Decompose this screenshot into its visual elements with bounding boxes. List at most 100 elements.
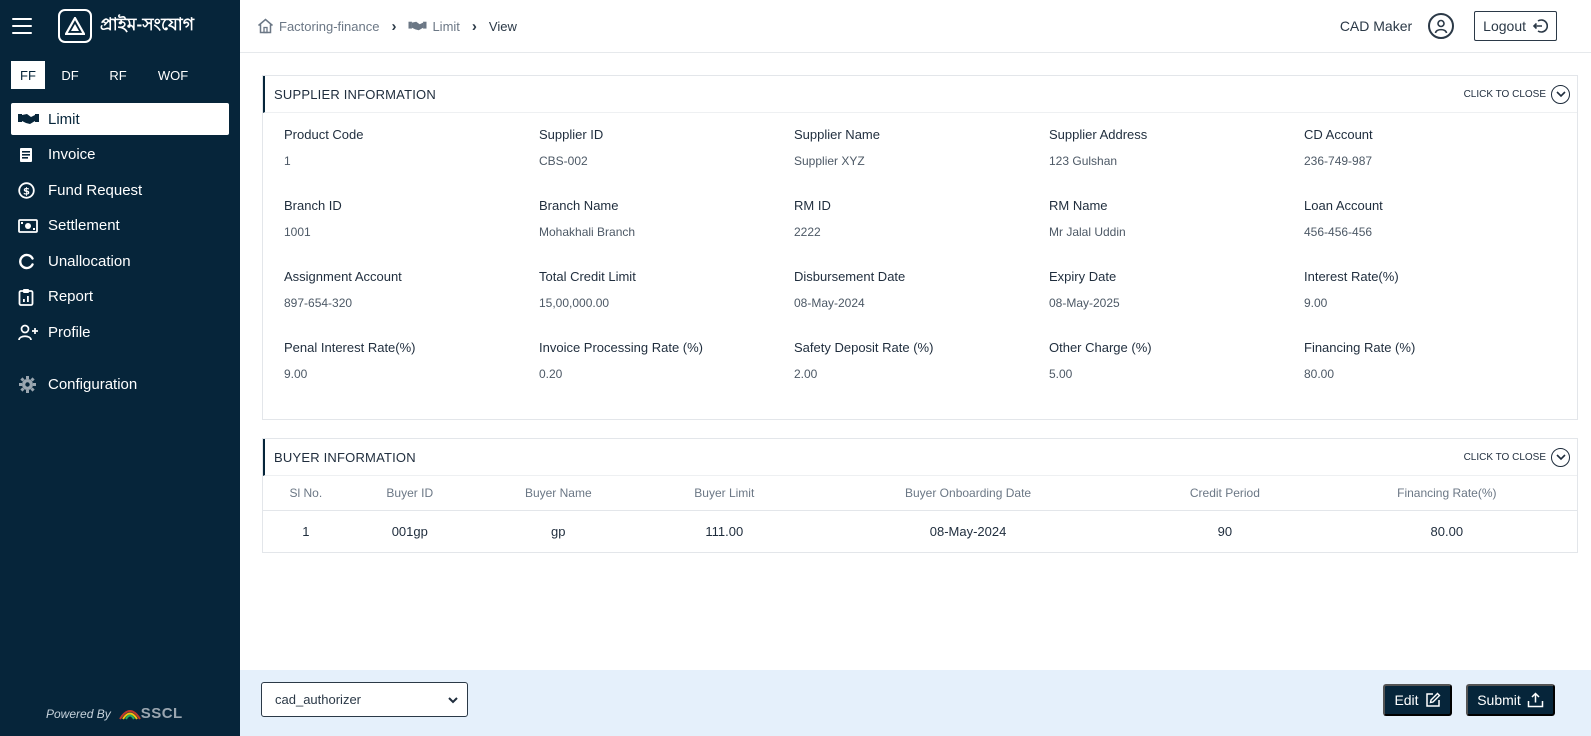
user-avatar-icon[interactable] bbox=[1428, 13, 1455, 39]
column-header: Credit Period bbox=[1133, 476, 1317, 511]
buyer-information-panel: BUYER INFORMATION CLICK TO CLOSE Sl No. B… bbox=[262, 438, 1578, 553]
sidebar-item-fund-request[interactable]: $ Fund Request bbox=[11, 174, 229, 206]
supplier-field: CD Account 236-749-987 bbox=[1304, 125, 1559, 196]
tab-wof[interactable]: WOF bbox=[141, 61, 205, 89]
logout-button[interactable]: Logout bbox=[1474, 11, 1557, 41]
field-value: Supplier XYZ bbox=[794, 154, 865, 168]
field-value: Mr Jalal Uddin bbox=[1049, 225, 1126, 239]
collapse-toggle-label: CLICK TO CLOSE bbox=[1463, 451, 1546, 463]
chevron-down-icon bbox=[1551, 84, 1570, 104]
handshake-icon bbox=[408, 21, 427, 31]
dollar-circle-icon: $ bbox=[18, 181, 40, 199]
sidebar-item-label: Invoice bbox=[48, 146, 96, 163]
breadcrumb-label: Factoring-finance bbox=[279, 18, 380, 34]
field-value: Mohakhali Branch bbox=[539, 225, 636, 239]
field-label: Branch Name bbox=[539, 198, 619, 213]
sidebar-item-label: Configuration bbox=[48, 375, 138, 393]
field-label: Product Code bbox=[284, 127, 364, 142]
field-label: Disbursement Date bbox=[794, 269, 906, 284]
column-header: Buyer Onboarding Date bbox=[802, 476, 1134, 511]
sidebar-item-label: Report bbox=[48, 288, 94, 305]
supplier-field: RM ID 2222 bbox=[794, 196, 1049, 267]
field-label: RM ID bbox=[794, 198, 831, 213]
cash-icon bbox=[18, 217, 40, 235]
breadcrumb-label: Limit bbox=[432, 18, 460, 34]
edit-icon bbox=[1425, 692, 1441, 707]
field-label: Branch ID bbox=[284, 198, 342, 213]
table-cell: 90 bbox=[1217, 523, 1233, 539]
supplier-field: Supplier ID CBS-002 bbox=[539, 125, 794, 196]
sidebar-item-label: Limit bbox=[48, 110, 80, 128]
brand-name: প্রাইম-সংযোগ bbox=[100, 15, 195, 34]
sidebar-item-report[interactable]: Report bbox=[11, 281, 229, 313]
field-label: Expiry Date bbox=[1049, 269, 1117, 284]
table-cell: 80.00 bbox=[1430, 523, 1464, 539]
header-user-area: CAD Maker Logout bbox=[1340, 11, 1557, 41]
field-label: Supplier Address bbox=[1049, 127, 1148, 142]
supplier-field: Branch ID 1001 bbox=[284, 196, 539, 267]
buyer-table: Sl No. Buyer ID Buyer Name Buyer Limit Buyer… bbox=[263, 476, 1577, 552]
field-value: 1 bbox=[284, 154, 291, 168]
column-header: Buyer ID bbox=[348, 476, 471, 511]
field-value: 0.20 bbox=[539, 367, 563, 381]
field-value: 5.00 bbox=[1049, 367, 1073, 381]
sidebar-item-limit[interactable]: Limit bbox=[11, 103, 229, 135]
supplier-field: Invoice Processing Rate (%) 0.20 bbox=[539, 338, 794, 409]
field-value: 80.00 bbox=[1304, 367, 1335, 381]
supplier-collapse-toggle[interactable]: CLICK TO CLOSE bbox=[1463, 84, 1570, 104]
field-label: Safety Deposit Rate (%) bbox=[794, 340, 934, 355]
sidebar-item-settlement[interactable]: Settlement bbox=[11, 210, 229, 242]
sidebar-item-label: Profile bbox=[48, 323, 91, 341]
field-value: 456-456-456 bbox=[1304, 225, 1373, 239]
buyer-panel-header: BUYER INFORMATION CLICK TO CLOSE bbox=[263, 439, 1577, 476]
user-plus-icon bbox=[18, 323, 40, 341]
chevron-down-icon bbox=[448, 697, 458, 704]
table-cell: gp bbox=[551, 523, 566, 539]
sscl-logo-text: SSCL bbox=[140, 705, 183, 722]
sidebar-item-configuration[interactable]: Configuration bbox=[11, 368, 229, 400]
supplier-panel-title: SUPPLIER INFORMATION bbox=[274, 86, 436, 102]
field-label: Financing Rate (%) bbox=[1304, 340, 1416, 355]
field-value: 123 Gulshan bbox=[1049, 154, 1118, 168]
sidebar-item-unallocation[interactable]: Unallocation bbox=[11, 245, 229, 277]
supplier-info-grid: Product Code 1 Supplier ID CBS-002 Supplier … bbox=[263, 113, 1577, 419]
svg-text:$: $ bbox=[23, 186, 30, 197]
sidebar-item-profile[interactable]: Profile bbox=[11, 316, 229, 348]
clipboard-icon bbox=[18, 288, 40, 306]
logout-label: Logout bbox=[1483, 18, 1526, 34]
top-header: Factoring-finance › Limit › View CAD Mak… bbox=[240, 0, 1591, 53]
brand-logo-icon bbox=[58, 9, 92, 43]
sidebar-item-invoice[interactable]: Invoice bbox=[11, 139, 229, 171]
buyer-collapse-toggle[interactable]: CLICK TO CLOSE bbox=[1463, 447, 1570, 467]
supplier-field: Interest Rate(%) 9.00 bbox=[1304, 267, 1559, 338]
forward-to-user-select[interactable]: cad_authorizer bbox=[261, 682, 468, 717]
tab-df[interactable]: DF bbox=[45, 61, 95, 89]
handshake-icon bbox=[18, 110, 40, 128]
user-role: CAD Maker bbox=[1339, 18, 1413, 34]
field-label: Loan Account bbox=[1304, 198, 1383, 213]
chevron-right-icon: › bbox=[471, 17, 477, 35]
breadcrumb-factoring-finance[interactable]: Factoring-finance bbox=[257, 18, 379, 34]
field-value: 9.00 bbox=[284, 367, 308, 381]
tab-rf[interactable]: RF bbox=[95, 61, 141, 89]
edit-button[interactable]: Edit bbox=[1383, 684, 1452, 716]
supplier-information-panel: SUPPLIER INFORMATION CLICK TO CLOSE Prod… bbox=[262, 75, 1578, 420]
product-tabs: FF DF RF WOF bbox=[0, 61, 240, 89]
field-value: 9.00 bbox=[1304, 296, 1328, 310]
field-value: 236-749-987 bbox=[1304, 154, 1373, 168]
invoice-icon bbox=[18, 146, 40, 164]
powered-by: Powered By SSCL bbox=[46, 705, 183, 722]
field-value: 897-654-320 bbox=[284, 296, 353, 310]
breadcrumb-limit[interactable]: Limit bbox=[408, 18, 460, 34]
collapse-toggle-label: CLICK TO CLOSE bbox=[1463, 88, 1546, 100]
field-label: Total Credit Limit bbox=[539, 269, 636, 284]
hamburger-menu-icon[interactable] bbox=[12, 18, 32, 34]
tab-ff[interactable]: FF bbox=[11, 61, 45, 89]
chevron-down-icon bbox=[1551, 447, 1570, 467]
table-cell: 1 bbox=[302, 523, 310, 539]
field-label: RM Name bbox=[1049, 198, 1108, 213]
sidebar: প্রাইম-সংযোগ FF DF RF WOF Limit Invoice … bbox=[0, 0, 240, 736]
supplier-field: Branch Name Mohakhali Branch bbox=[539, 196, 794, 267]
submit-button[interactable]: Submit bbox=[1466, 684, 1555, 716]
column-header: Financing Rate(%) bbox=[1316, 476, 1577, 511]
